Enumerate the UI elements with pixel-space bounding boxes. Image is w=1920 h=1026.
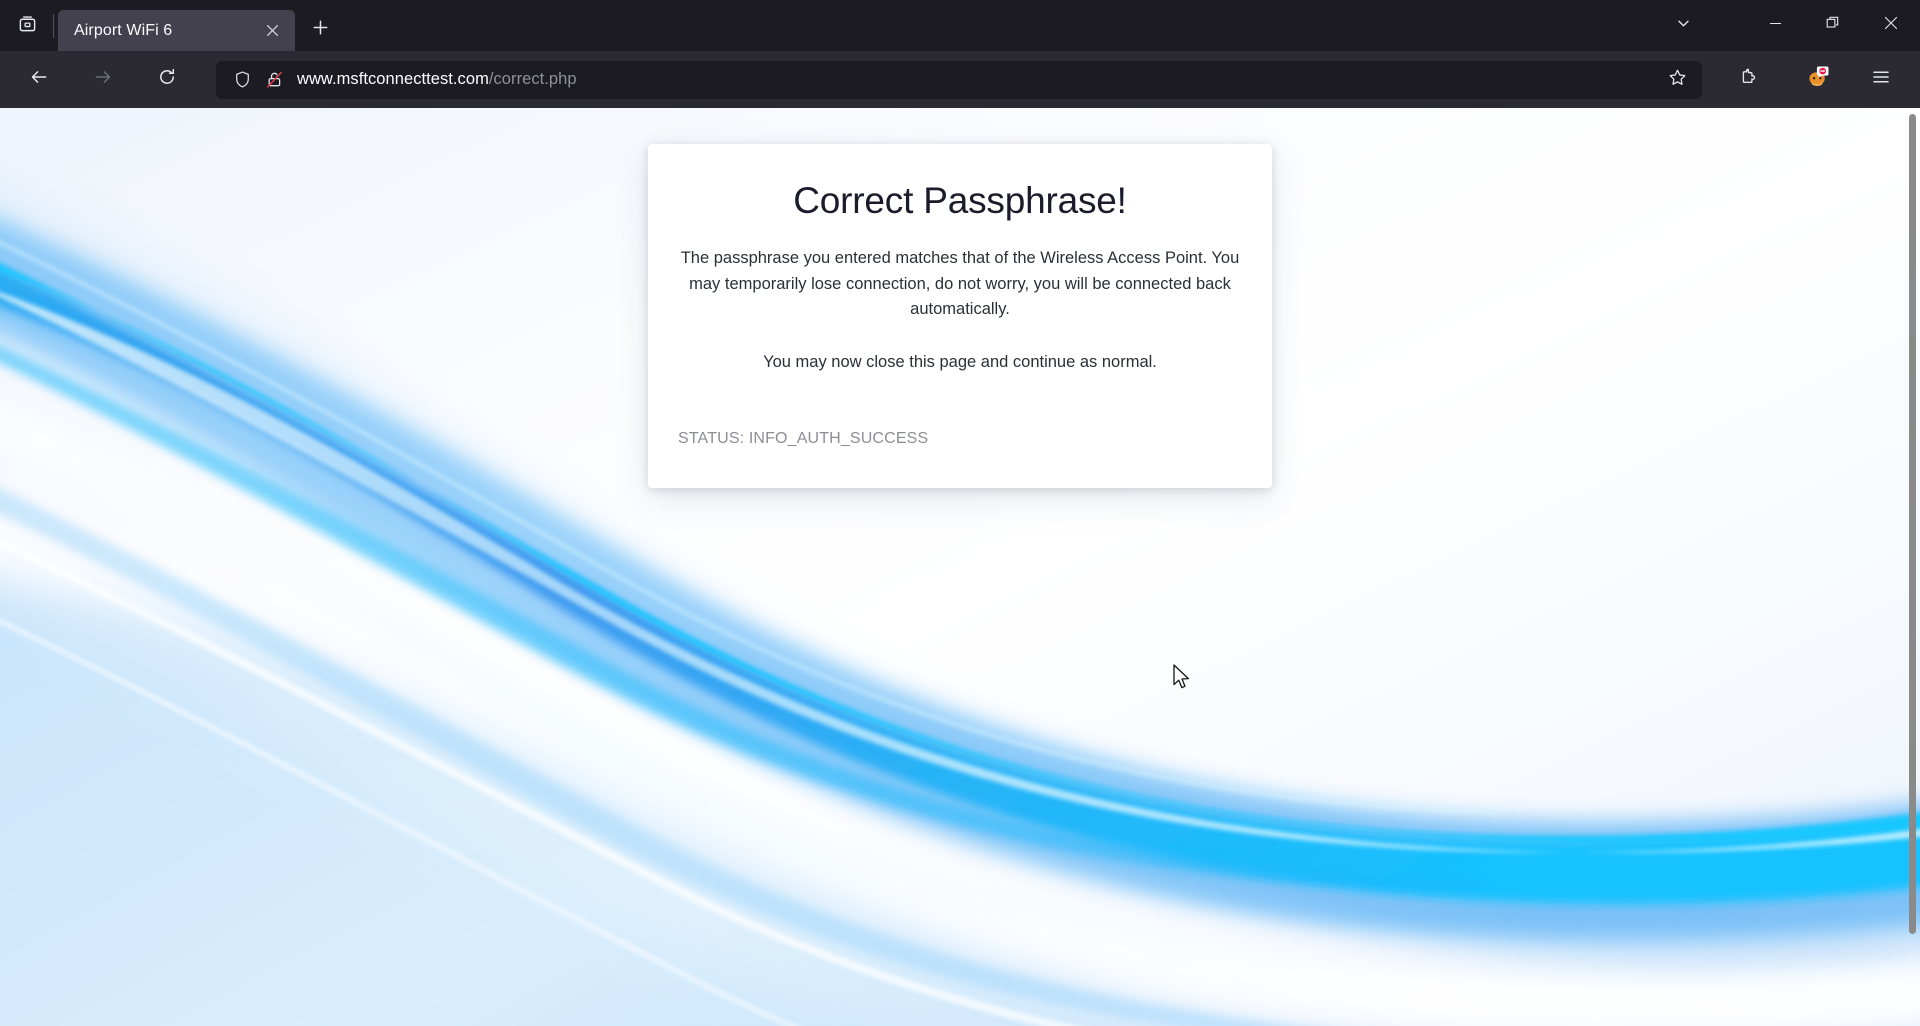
forward-arrow-icon — [93, 67, 113, 92]
page-paragraph-1: The passphrase you entered matches that … — [680, 249, 1240, 319]
adblock-extension-icon — [1805, 65, 1830, 95]
titlebar: Airport WiFi 6 — [0, 0, 1920, 51]
scrollbar-thumb[interactable] — [1909, 114, 1916, 934]
shield-icon[interactable] — [228, 66, 256, 94]
page-title: Correct Passphrase! — [793, 180, 1127, 221]
forward-button[interactable] — [82, 59, 124, 101]
window-controls — [1660, 0, 1920, 51]
status-card: Correct Passphrase! The passphrase you e… — [648, 144, 1272, 488]
tab-dropdown-button[interactable] — [1660, 5, 1706, 47]
tab-title: Airport WiFi 6 — [74, 22, 173, 39]
lock-slashed-insecure-icon[interactable] — [260, 66, 288, 94]
tabstrip-divider — [53, 14, 54, 38]
chevron-down-icon — [1676, 16, 1691, 36]
tab-list-button[interactable] — [4, 3, 50, 49]
plus-icon — [312, 19, 329, 41]
maximize-restore-icon — [1826, 16, 1840, 35]
star-outline-icon — [1668, 68, 1687, 92]
window-close-icon — [1884, 16, 1898, 35]
address-bar[interactable]: www.msftconnecttest.com/correct.php — [216, 60, 1702, 99]
hamburger-menu-icon — [1871, 67, 1891, 92]
bookmark-button[interactable] — [1658, 63, 1696, 97]
back-arrow-icon — [29, 67, 49, 92]
new-tab-button[interactable] — [301, 11, 339, 49]
status-badge: STATUS: INFO_AUTH_SUCCESS — [678, 429, 929, 447]
adblock-extension-button[interactable] — [1796, 59, 1838, 101]
app-menu-button[interactable] — [1860, 59, 1902, 101]
back-button[interactable] — [18, 59, 60, 101]
reload-icon — [157, 67, 177, 92]
browser-window: Airport WiFi 6 www.msftconnecttest.com/c… — [0, 0, 1920, 1026]
page-scrollbar[interactable] — [1905, 108, 1920, 1026]
page-paragraph-2: You may now close this page and continue… — [763, 353, 1157, 372]
reload-button[interactable] — [146, 59, 188, 101]
maximize-button[interactable] — [1804, 5, 1862, 47]
tab-list-icon — [18, 14, 37, 38]
puzzle-piece-icon — [1739, 67, 1759, 92]
url-host: www.msftconnecttest.com — [297, 70, 489, 88]
page-document: Correct Passphrase! The passphrase you e… — [0, 108, 1920, 1026]
minimize-button[interactable] — [1746, 5, 1804, 47]
extensions-button[interactable] — [1728, 59, 1770, 101]
tab-airport-wifi-6[interactable]: Airport WiFi 6 — [58, 10, 295, 51]
minimize-icon — [1769, 17, 1782, 35]
navigation-toolbar: www.msftconnecttest.com/correct.php — [0, 51, 1920, 108]
tab-close-button[interactable] — [259, 18, 285, 44]
url-text: www.msftconnecttest.com/correct.php — [297, 70, 1658, 89]
window-close-button[interactable] — [1862, 5, 1920, 47]
page-viewport: Correct Passphrase! The passphrase you e… — [0, 108, 1920, 1026]
url-path: /correct.php — [488, 70, 577, 88]
